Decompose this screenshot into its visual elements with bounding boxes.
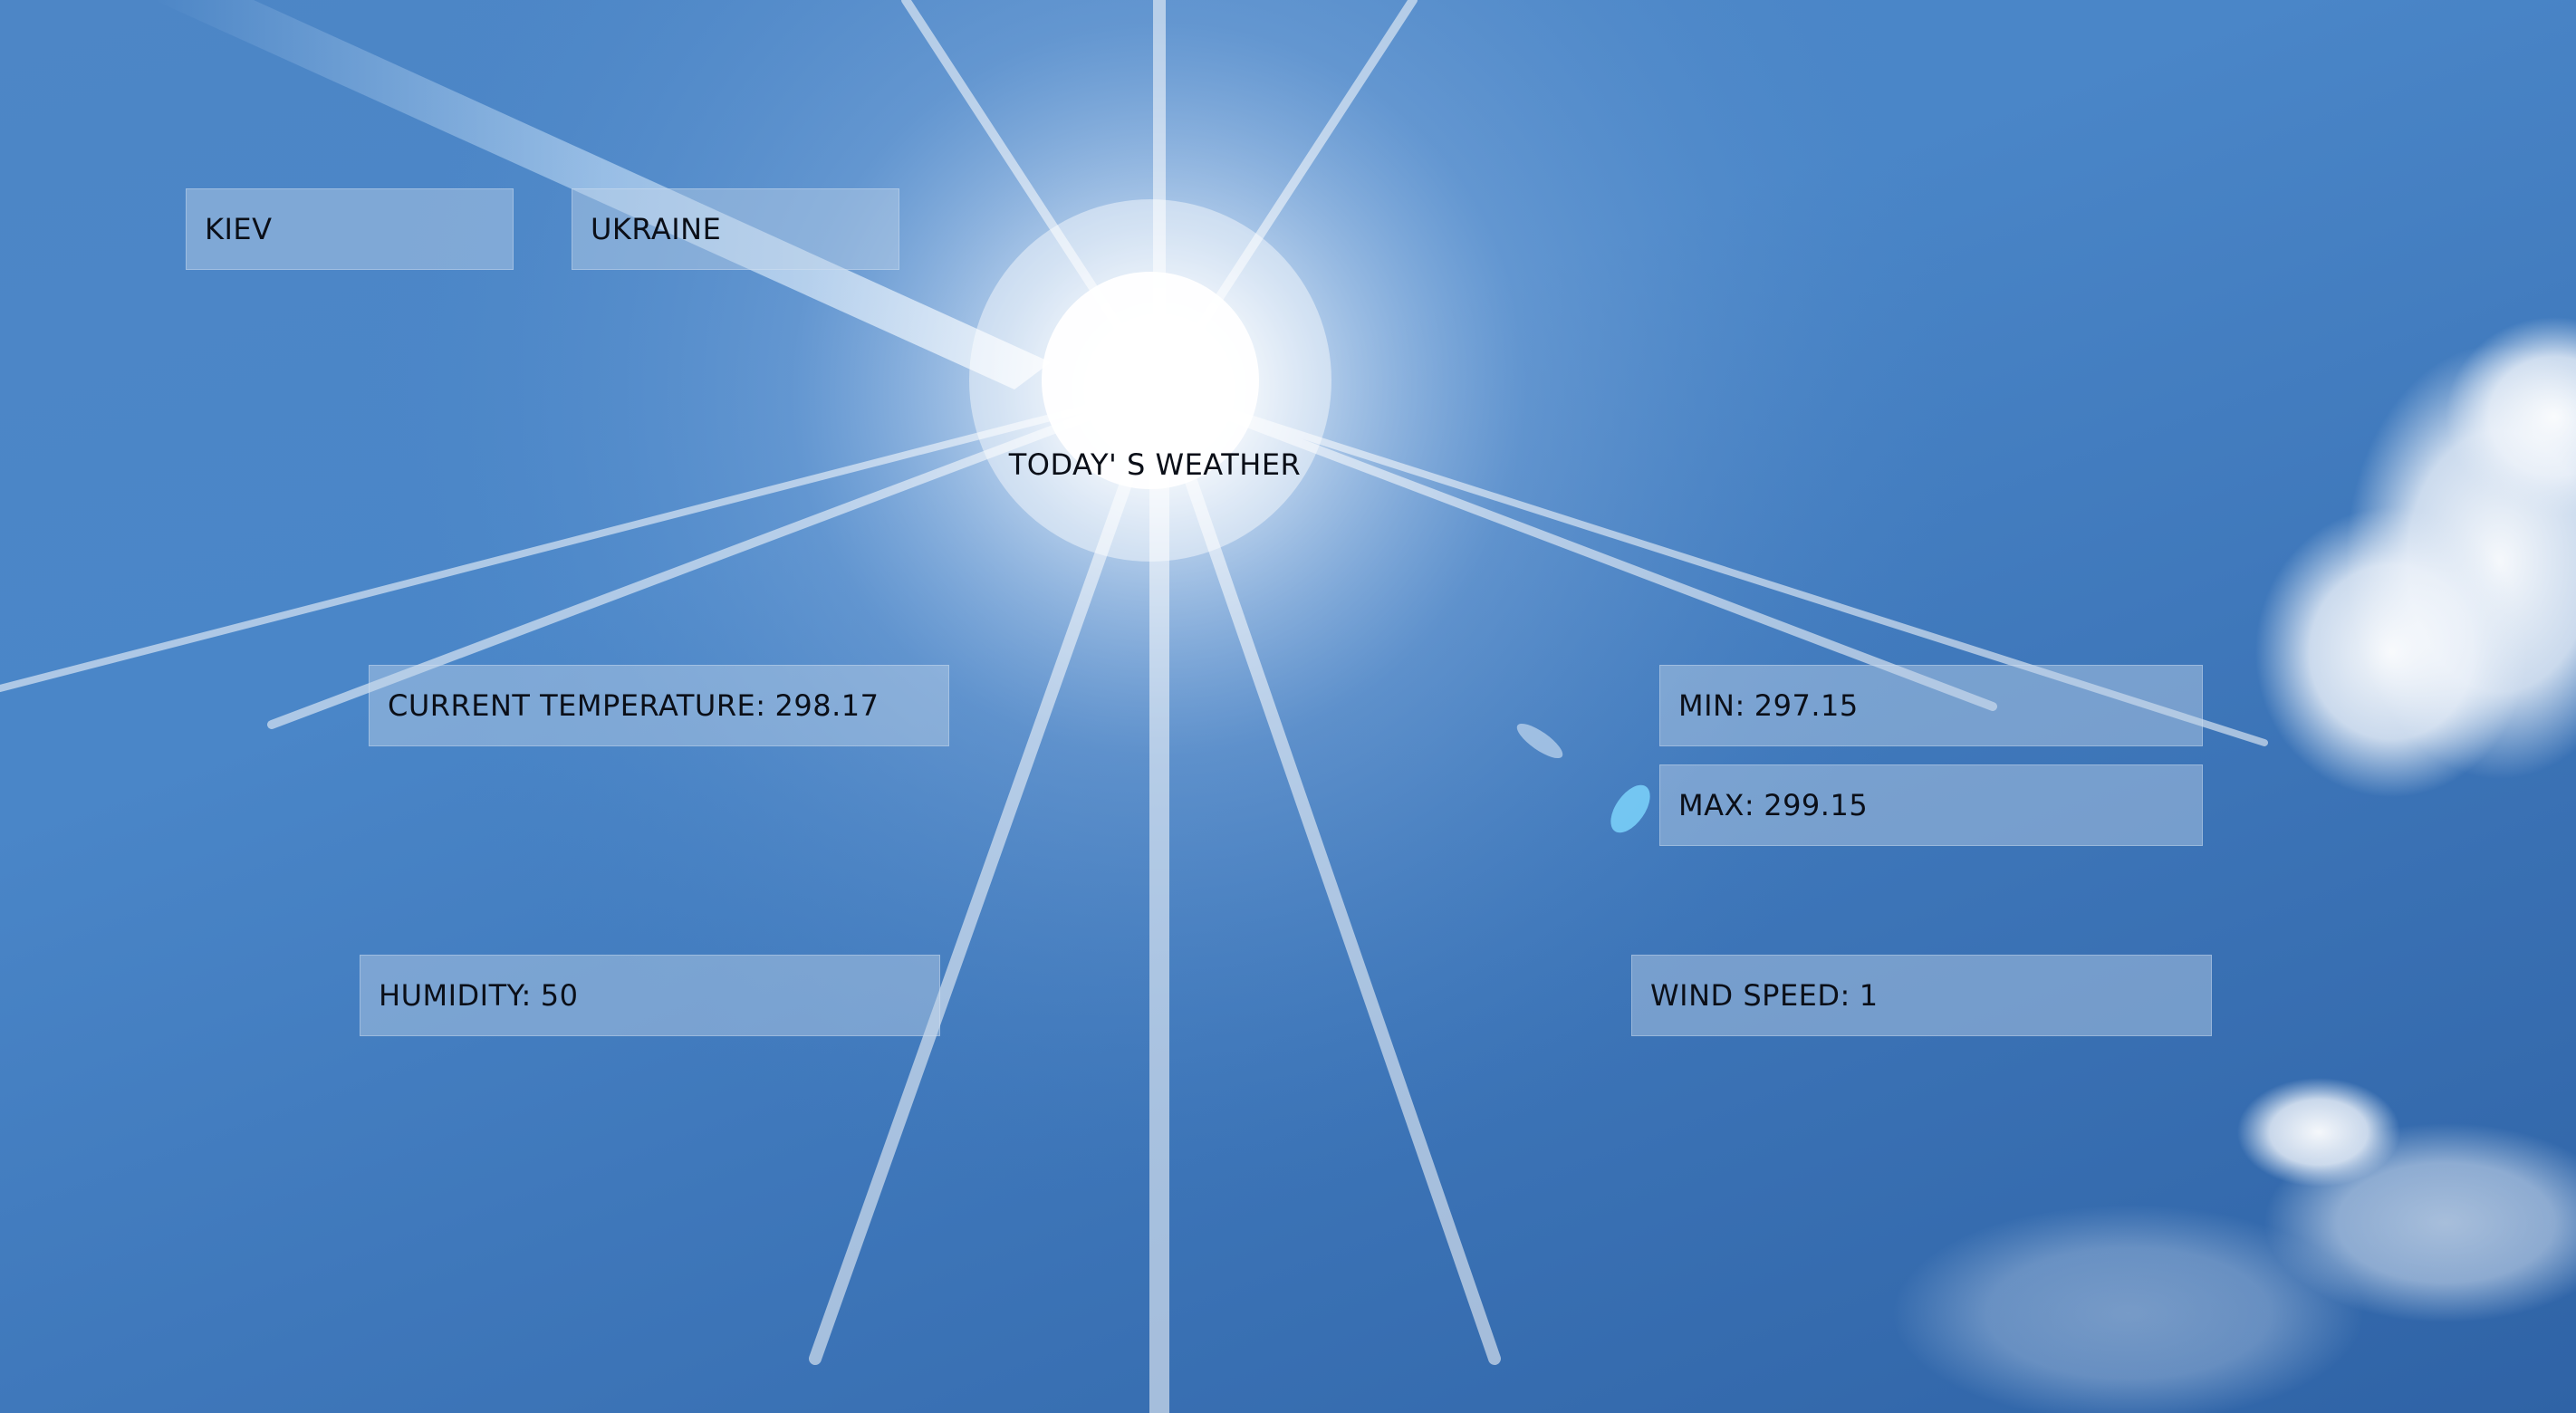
min-label: MIN: [1678,688,1745,723]
max-value: 299.15 [1764,788,1869,822]
page-title: TODAY' S WEATHER [1008,447,1302,482]
city-input[interactable] [205,212,513,246]
current-temperature-label: CURRENT TEMPERATURE: [388,688,766,723]
min-temperature-panel: MIN: 297.15 [1659,665,2203,746]
wind-speed-value: 1 [1859,978,1879,1013]
wind-speed-label: WIND SPEED: [1650,978,1850,1013]
min-value: 297.15 [1754,688,1859,723]
country-field[interactable] [572,188,899,270]
humidity-label: HUMIDITY: [379,978,532,1013]
humidity-value: 50 [540,978,579,1013]
country-input[interactable] [591,212,899,246]
current-temperature-panel: CURRENT TEMPERATURE: 298.17 [369,665,949,746]
current-temperature-value: 298.17 [774,688,879,723]
wind-speed-panel: WIND SPEED: 1 [1631,955,2212,1036]
max-temperature-panel: MAX: 299.15 [1659,764,2203,846]
city-field[interactable] [186,188,514,270]
humidity-panel: HUMIDITY: 50 [360,955,940,1036]
max-label: MAX: [1678,788,1755,822]
